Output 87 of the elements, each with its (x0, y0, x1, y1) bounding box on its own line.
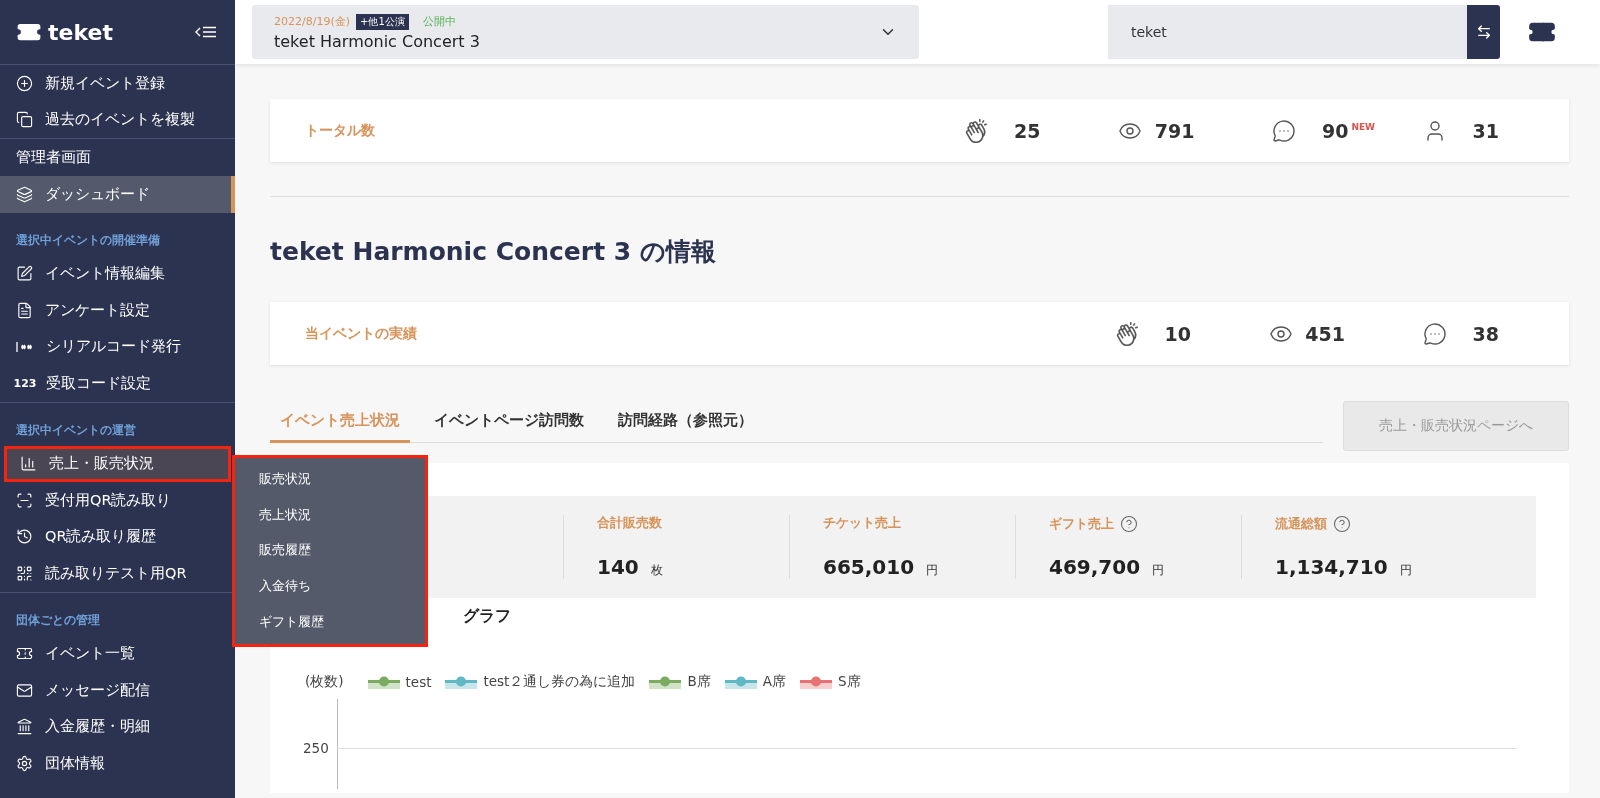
logo-text: teket (48, 19, 113, 45)
sidebar-item[interactable]: 123 受取コード設定 (0, 365, 235, 402)
summary-label: チケット売上 (823, 515, 901, 532)
performance-badge: +他1公演 (356, 13, 409, 30)
sidebar-item[interactable]: シリアルコード発行 (0, 328, 235, 365)
summary-value: 665,010 (823, 555, 915, 579)
tab[interactable]: イベントページ訪問数 (424, 405, 594, 443)
card-label: トータル数 (305, 121, 376, 140)
menu-icon (16, 74, 33, 92)
sidebar-item[interactable]: 受付用QR読み取り (0, 482, 235, 519)
menu-icon (20, 455, 37, 473)
submenu-item[interactable]: 入金待ち (235, 568, 425, 605)
summary-label: ギフト売上 (1049, 515, 1114, 533)
submenu-item[interactable]: ギフト履歴 (235, 604, 425, 640)
section-title: 団体ごとの管理 (15, 611, 101, 629)
menu-icon (16, 564, 33, 582)
stat-value: 38 (1471, 322, 1499, 345)
card-label: 当イベントの実績 (305, 324, 418, 343)
sidebar-item[interactable]: 入金履歴・明細 (0, 708, 235, 745)
summary-unit: 円 (1152, 562, 1165, 579)
stat-value: 31 (1471, 119, 1499, 142)
menu-icon (16, 754, 33, 772)
sidebar-item[interactable]: 売上・販売状況 (4, 445, 231, 482)
legend-label[interactable]: B席 (687, 673, 711, 691)
speech-bubble-icon (1272, 118, 1297, 143)
sidebar-item[interactable]: QR読み取り履歴 (0, 518, 235, 555)
submenu-item[interactable]: 売上状況 (235, 497, 425, 534)
summary-value: 1,134,710 (1275, 555, 1388, 579)
sidebar-item[interactable]: ダッシュボード (0, 176, 235, 213)
legend-label[interactable]: test (405, 674, 432, 690)
summary-unit: 円 (1399, 562, 1412, 579)
legend-label[interactable]: A席 (762, 673, 786, 691)
stat-value: 90 (1320, 119, 1349, 142)
summary-unit: 円 (926, 562, 939, 579)
stat-value: 451 (1304, 322, 1345, 345)
submenu-item[interactable]: 販売状況 (235, 462, 425, 498)
menu-icon (16, 491, 33, 509)
menu-icon (16, 265, 33, 283)
sidebar-item[interactable]: 新規イベント登録 (0, 65, 235, 102)
menu-icon (16, 111, 33, 129)
menu-icon (16, 681, 33, 699)
menu-icon (16, 185, 33, 203)
menu-icon (16, 301, 33, 319)
chart-title: グラフ (463, 606, 512, 627)
event-date: 2022/8/19(金) (274, 14, 350, 29)
legend-label[interactable]: S席 (837, 673, 861, 691)
asterisks-icon (16, 340, 34, 353)
stat-value: 10 (1163, 322, 1191, 345)
event-status: 公開中 (422, 14, 456, 29)
menu-icon (16, 528, 33, 546)
summary-value: 140 (597, 555, 639, 579)
tab[interactable]: 訪問経路（参照元） (608, 405, 763, 443)
sidebar-item[interactable]: 読み取りテスト用QR (0, 555, 235, 592)
section-title: 選択中イベントの運営 (15, 421, 137, 439)
section-title: 選択中イベントの開催準備 (15, 231, 161, 249)
stat-value: 791 (1153, 119, 1195, 142)
submenu-item[interactable]: 販売履歴 (235, 533, 425, 569)
new-label: NEW (1351, 121, 1375, 132)
summary-label: 流通総額 (1275, 515, 1327, 533)
sidebar-item[interactable]: アンケート設定 (0, 292, 235, 329)
summary-value: 469,700 (1049, 555, 1141, 579)
swap-arrows-icon (1475, 24, 1492, 40)
sidebar-item[interactable]: イベント情報編集 (0, 255, 235, 292)
search-field[interactable]: teket (1108, 5, 1467, 59)
clapping-hands-icon (964, 118, 989, 143)
axis-unit: (枚数) (305, 673, 344, 691)
stat-value: 25 (1012, 119, 1041, 142)
speech-bubble-icon (1423, 321, 1447, 346)
event-title: teket Harmonic Concert 3 (274, 31, 480, 51)
legend-label[interactable]: test２通し券の為に追加 (483, 673, 636, 691)
clapping-hands-icon (1115, 321, 1139, 346)
sidebar-item[interactable]: 団体情報 (0, 745, 235, 782)
sidebar-item[interactable]: メッセージ配信 (0, 672, 235, 709)
switch-button[interactable] (1467, 5, 1500, 59)
menu-icon (16, 718, 33, 736)
event-selector[interactable]: 2022/8/19(金) +他1公演 公開中 teket Harmonic Concert 3 (252, 5, 919, 59)
axis-tick: 250 (303, 740, 330, 756)
sidebar-item[interactable]: 過去のイベントを複製 (0, 101, 235, 138)
help-icon[interactable] (1120, 515, 1138, 533)
summary-label: 合計販売数 (597, 515, 662, 532)
sidebar-item[interactable]: イベント一覧 (0, 635, 235, 672)
summary-unit: 枚 (650, 562, 663, 579)
number-icon: 123 (16, 376, 34, 390)
collapse-menu-icon[interactable] (195, 26, 217, 38)
page-heading: teket Harmonic Concert 3 の情報 (270, 236, 717, 268)
help-icon[interactable] (1333, 515, 1351, 533)
section-heading: 管理者画面 (15, 147, 92, 168)
